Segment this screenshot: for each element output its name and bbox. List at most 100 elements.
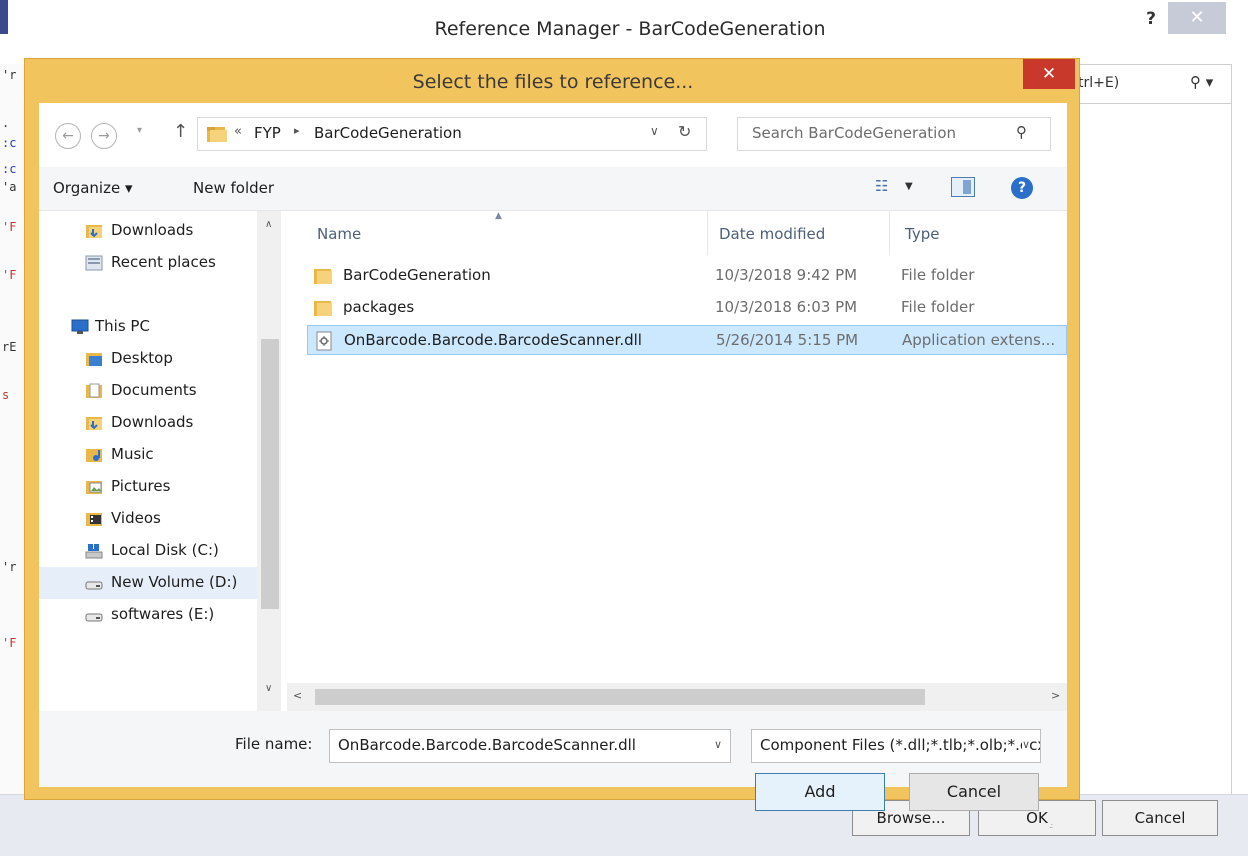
back-arrow-icon[interactable]: ←	[55, 123, 81, 149]
sort-ascending-icon: ▲	[495, 211, 502, 221]
code-glyph: 'F	[2, 636, 17, 650]
view-options-icon[interactable]: ☷	[875, 177, 888, 195]
nav-item-label: New Volume (D:)	[111, 573, 238, 591]
navigation-scrollbar[interactable]: ∧ ∨	[257, 211, 281, 711]
recent-locations-icon[interactable]: ▾	[137, 125, 142, 136]
select-files-dialog: Select the files to reference... ✕ ← → ▾…	[24, 58, 1080, 830]
scroll-down-icon[interactable]: ∨	[265, 683, 272, 694]
nav-item-music[interactable]: Music	[39, 439, 269, 471]
nav-item-label: Pictures	[111, 477, 171, 495]
column-divider[interactable]	[889, 211, 890, 255]
nav-item-label: Documents	[111, 381, 197, 399]
folder-icon	[314, 269, 332, 284]
outer-cancel-button[interactable]: Cancel	[1102, 800, 1218, 836]
breadcrumb-fyp[interactable]: FYP	[254, 124, 281, 142]
navigation-row: ← → ▾ ↑ « FYP ▸ BarCodeGeneration ∨ ↻ Se…	[39, 103, 1067, 167]
nav-item-recent-places[interactable]: Recent places	[39, 247, 269, 279]
file-type-filter[interactable]: Component Files (*.dll;*.tlb;*.olb;*.ocx…	[751, 729, 1041, 763]
horizontal-scrollbar[interactable]: < >	[287, 683, 1067, 711]
dialog-close-button[interactable]: ✕	[1023, 59, 1075, 89]
videos-folder-icon	[86, 513, 102, 526]
command-bar: Organize ▾ New folder ☷ ▼ ?	[39, 167, 1067, 211]
nav-item-label: Music	[111, 445, 154, 463]
scroll-up-icon[interactable]: ∧	[265, 219, 272, 230]
code-glyph: :c	[2, 136, 17, 150]
organize-button[interactable]: Organize ▾	[53, 179, 133, 197]
dialog-body: ← → ▾ ↑ « FYP ▸ BarCodeGeneration ∨ ↻ Se…	[39, 103, 1067, 830]
column-header-name[interactable]: Name	[317, 225, 361, 243]
cancel-button[interactable]: Cancel	[909, 773, 1039, 811]
chevron-down-icon[interactable]: ▼	[905, 181, 913, 192]
address-overflow[interactable]: «	[234, 124, 242, 139]
file-type: File folder	[901, 298, 975, 316]
file-name-label: File name:	[235, 735, 313, 753]
preview-pane-icon[interactable]	[951, 177, 975, 197]
search-input[interactable]: Search BarCodeGeneration ⚲	[737, 117, 1051, 151]
chevron-down-icon[interactable]: ∨	[650, 124, 659, 138]
column-header-date[interactable]: Date modified	[719, 225, 825, 243]
scroll-left-icon[interactable]: <	[293, 689, 302, 702]
column-divider[interactable]	[707, 211, 708, 255]
search-icon[interactable]: ⚲	[1016, 123, 1027, 141]
code-glyph: s	[2, 388, 10, 402]
file-name: packages	[343, 298, 415, 316]
downloads-folder-icon	[86, 225, 102, 238]
file-row[interactable]: BarCodeGeneration 10/3/2018 9:42 PM File…	[307, 261, 1067, 291]
file-row[interactable]: OnBarcode.Barcode.BarcodeScanner.dll 5/2…	[307, 325, 1067, 355]
local-disk-icon	[85, 544, 103, 559]
folder-icon	[207, 127, 227, 142]
breadcrumb-barcodegeneration[interactable]: BarCodeGeneration	[314, 124, 462, 142]
up-arrow-icon[interactable]: ↑	[173, 121, 188, 142]
nav-item-new-volume[interactable]: New Volume (D:)	[39, 567, 269, 599]
nav-item-label: Recent places	[111, 253, 216, 271]
nav-item-desktop[interactable]: Desktop	[39, 343, 269, 375]
dll-file-icon	[316, 331, 332, 351]
nav-item-downloads[interactable]: Downloads	[39, 215, 269, 247]
outer-close-button[interactable]: ✕	[1168, 2, 1226, 34]
column-header-type[interactable]: Type	[905, 225, 939, 243]
search-icon[interactable]: ⚲ ▾	[1190, 73, 1213, 91]
nav-item-local-disk[interactable]: Local Disk (C:)	[39, 535, 269, 567]
file-list: ▲ Name Date modified Type BarCodeGenerat…	[287, 211, 1067, 711]
scrollbar-thumb[interactable]	[261, 339, 279, 609]
code-glyph: 'F	[2, 268, 17, 282]
nav-item-label: Desktop	[111, 349, 173, 367]
chevron-down-icon[interactable]: ∨	[714, 738, 722, 751]
code-glyph: rE	[2, 340, 17, 354]
drive-icon	[85, 613, 103, 622]
file-row[interactable]: packages 10/3/2018 6:03 PM File folder	[307, 293, 1067, 323]
refresh-icon[interactable]: ↻	[678, 122, 691, 141]
file-type: Application extens...	[902, 331, 1056, 349]
nav-item-documents[interactable]: Documents	[39, 375, 269, 407]
breadcrumb-separator[interactable]: ▸	[294, 124, 300, 137]
nav-item-label: softwares (E:)	[111, 605, 215, 623]
nav-item-downloads-pc[interactable]: Downloads	[39, 407, 269, 439]
outer-results-panel	[1070, 104, 1232, 794]
scrollbar-thumb[interactable]	[315, 689, 925, 705]
file-date: 10/3/2018 9:42 PM	[715, 266, 858, 284]
nav-item-videos[interactable]: Videos	[39, 503, 269, 535]
computer-icon	[71, 319, 89, 334]
forward-arrow-icon[interactable]: →	[91, 123, 117, 149]
code-glyph: 'a	[2, 180, 17, 194]
scroll-right-icon[interactable]: >	[1051, 689, 1060, 702]
outer-title-bar: Reference Manager - BarCodeGeneration ? …	[0, 0, 1248, 64]
chevron-down-icon[interactable]: ∨	[1022, 738, 1031, 751]
nav-item-this-pc[interactable]: This PC	[39, 311, 269, 343]
nav-item-pictures[interactable]: Pictures	[39, 471, 269, 503]
drive-icon	[85, 581, 103, 590]
resize-grip-icon[interactable]: .:	[1049, 821, 1053, 830]
nav-item-softwares[interactable]: softwares (E:)	[39, 599, 269, 631]
file-type-filter-value: Component Files (*.dll;*.tlb;*.olb;*.ocx…	[760, 736, 1040, 754]
add-button[interactable]: Add	[755, 773, 885, 811]
help-button[interactable]: ?	[1136, 6, 1166, 32]
help-icon[interactable]: ?	[1011, 177, 1033, 199]
outer-search-box[interactable]: trl+E) ⚲ ▾	[1070, 64, 1232, 104]
file-name: BarCodeGeneration	[343, 266, 491, 284]
file-name-input[interactable]: OnBarcode.Barcode.BarcodeScanner.dll ∨	[329, 729, 731, 763]
outer-search-text: trl+E)	[1078, 75, 1120, 91]
file-name: OnBarcode.Barcode.BarcodeScanner.dll	[344, 331, 642, 349]
address-bar[interactable]: « FYP ▸ BarCodeGeneration ∨ ↻	[197, 117, 707, 151]
nav-item-label: Downloads	[111, 221, 194, 239]
new-folder-button[interactable]: New folder	[193, 179, 274, 197]
